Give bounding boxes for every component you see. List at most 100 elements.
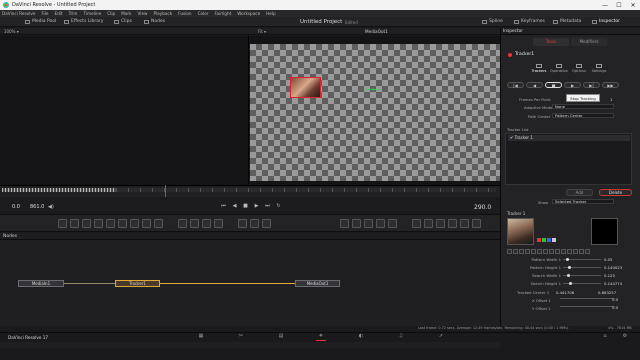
tool-color-correct-icon[interactable] xyxy=(178,219,187,228)
frames-per-point-value[interactable]: 1 xyxy=(610,97,612,102)
green-channel-swatch[interactable] xyxy=(542,238,546,242)
slider-value[interactable]: 0.125 xyxy=(604,273,615,278)
node-mediaout1[interactable]: MediaOut1 xyxy=(295,280,340,287)
tool-3d-shape-icon[interactable] xyxy=(340,219,349,228)
g-icon[interactable] xyxy=(525,249,530,254)
minimize-button[interactable]: — xyxy=(598,2,612,9)
tracker-path-marker[interactable] xyxy=(366,88,380,91)
slider-value[interactable]: 0.144774 xyxy=(604,281,622,286)
tool-ellipse-icon[interactable] xyxy=(142,219,151,228)
loop-icon[interactable]: ↻ xyxy=(273,203,284,209)
current-frame-field[interactable]: 290.0 xyxy=(474,204,491,211)
subtab-settings[interactable]: Settings xyxy=(589,64,609,73)
w-icon[interactable] xyxy=(579,249,584,254)
add-tracker-button[interactable]: Add xyxy=(566,189,593,196)
page-cut-icon[interactable]: ✂ xyxy=(236,333,246,341)
subtab-trackers[interactable]: Trackers xyxy=(529,64,549,73)
track-forward-from-start-button[interactable]: ▶| xyxy=(583,82,600,88)
tracked-center-y[interactable]: 0.663257 xyxy=(598,290,616,295)
l-icon[interactable] xyxy=(543,249,548,254)
subtab-operation[interactable]: Operation xyxy=(549,64,569,73)
tool-curves-icon[interactable] xyxy=(190,219,199,228)
menu-clip[interactable]: Clip xyxy=(107,11,115,16)
menu-mark[interactable]: Mark xyxy=(121,11,131,16)
clips-button[interactable]: Clips xyxy=(114,19,132,24)
inspector-button[interactable]: Inspector xyxy=(592,19,620,24)
track-reverse-button[interactable]: ◀ xyxy=(526,82,543,88)
prev-frame-icon[interactable]: ⏮ xyxy=(218,203,229,209)
tool-projector-icon[interactable] xyxy=(460,219,469,228)
page-edit-icon[interactable]: ▤ xyxy=(276,333,286,341)
step-back-icon[interactable]: ◀ xyxy=(229,203,240,209)
metadata-button[interactable]: Metadata xyxy=(553,19,581,24)
tool-renderer-icon[interactable] xyxy=(388,219,397,228)
menu-playback[interactable]: Playback xyxy=(153,11,172,16)
left-viewer-zoom[interactable]: 100% ▾ xyxy=(4,29,19,34)
tool-shader-icon[interactable] xyxy=(448,219,457,228)
menu-help[interactable]: Help xyxy=(266,11,276,16)
tool-light-icon[interactable] xyxy=(376,219,385,228)
playhead[interactable] xyxy=(165,185,166,197)
slider-value[interactable]: 0.05 xyxy=(604,257,612,262)
y-offset-slider[interactable] xyxy=(560,306,615,307)
tool-fog-icon[interactable] xyxy=(436,219,445,228)
close-button[interactable]: ✕ xyxy=(626,2,640,9)
page-fusion-icon[interactable]: ✧ xyxy=(316,333,326,341)
effects-library-button[interactable]: Effects Library xyxy=(64,19,103,24)
node-tracker1[interactable]: Tracker1 xyxy=(115,280,160,287)
page-color-icon[interactable]: ◐ xyxy=(356,333,366,341)
y-icon[interactable] xyxy=(567,249,572,254)
tool-merge-icon[interactable] xyxy=(94,219,103,228)
tool-polygon-icon[interactable] xyxy=(106,219,115,228)
tool-text-icon[interactable] xyxy=(82,219,91,228)
play-icon[interactable]: ▶ xyxy=(251,203,262,209)
tab-modifiers[interactable]: Modifiers xyxy=(571,38,607,46)
h-icon[interactable] xyxy=(549,249,554,254)
show-dropdown[interactable]: Selected Tracker xyxy=(552,199,614,204)
tool-enable-icon[interactable] xyxy=(508,53,512,57)
node-mediain1[interactable]: MediaIn1 xyxy=(18,280,64,287)
media-pool-button[interactable]: Media Pool xyxy=(25,19,56,24)
tool-bspline-icon[interactable] xyxy=(118,219,127,228)
menu-file[interactable]: File xyxy=(41,11,48,16)
render-start-field[interactable]: 0.0 xyxy=(12,204,20,210)
x-offset-slider[interactable] xyxy=(560,298,615,299)
menu-workspace[interactable]: Workspace xyxy=(237,11,260,16)
menu-trim[interactable]: Trim xyxy=(69,11,78,16)
track-forward-button[interactable]: ▶ xyxy=(564,82,581,88)
x-icon[interactable] xyxy=(585,249,590,254)
track-frame-forward-button[interactable]: ▶▶ xyxy=(602,82,619,88)
path-center-dropdown[interactable]: Pattern Center xyxy=(552,113,614,118)
delete-tracker-button[interactable]: Delete xyxy=(599,189,632,196)
stop-tracking-button[interactable]: ■ xyxy=(545,82,562,88)
left-viewer[interactable] xyxy=(0,36,249,185)
blue-channel-swatch[interactable] xyxy=(547,238,551,242)
page-media-icon[interactable]: ▦ xyxy=(196,333,206,341)
maximize-button[interactable]: ☐ xyxy=(612,2,626,9)
tab-tools[interactable]: Tools xyxy=(533,38,569,46)
tool-tracker-icon[interactable] xyxy=(238,219,247,228)
subtab-options[interactable]: Options xyxy=(569,64,589,73)
s-icon[interactable] xyxy=(555,249,560,254)
tool-particles-icon[interactable] xyxy=(154,219,163,228)
a-icon[interactable] xyxy=(537,249,542,254)
tool-background-icon[interactable] xyxy=(58,219,67,228)
menu-timeline[interactable]: Timeline xyxy=(83,11,101,16)
tracked-center-x[interactable]: 0.441706 xyxy=(556,290,574,295)
menu-davinci-resolve[interactable]: DaVinci Resolve xyxy=(2,11,35,16)
tool-keyer-icon[interactable] xyxy=(262,219,271,228)
stop-icon[interactable]: ■ xyxy=(240,203,251,209)
menu-color[interactable]: Color xyxy=(198,11,209,16)
luma-channel-swatch[interactable] xyxy=(552,238,556,242)
tool-planar-icon[interactable] xyxy=(250,219,259,228)
track-reverse-from-end-button[interactable]: |◀ xyxy=(507,82,524,88)
page-fairlight-icon[interactable]: ♫ xyxy=(396,333,406,341)
project-manager-icon[interactable]: ⌂ xyxy=(600,333,610,341)
select-icon[interactable] xyxy=(507,249,512,254)
menu-fairlight[interactable]: Fairlight xyxy=(215,11,232,16)
right-viewer-zoom[interactable]: Fit ▾ xyxy=(258,29,266,34)
b-icon[interactable] xyxy=(531,249,536,254)
u-icon[interactable] xyxy=(573,249,578,254)
tool-ambient-icon[interactable] xyxy=(472,219,481,228)
tool-paint-icon[interactable] xyxy=(70,219,79,228)
